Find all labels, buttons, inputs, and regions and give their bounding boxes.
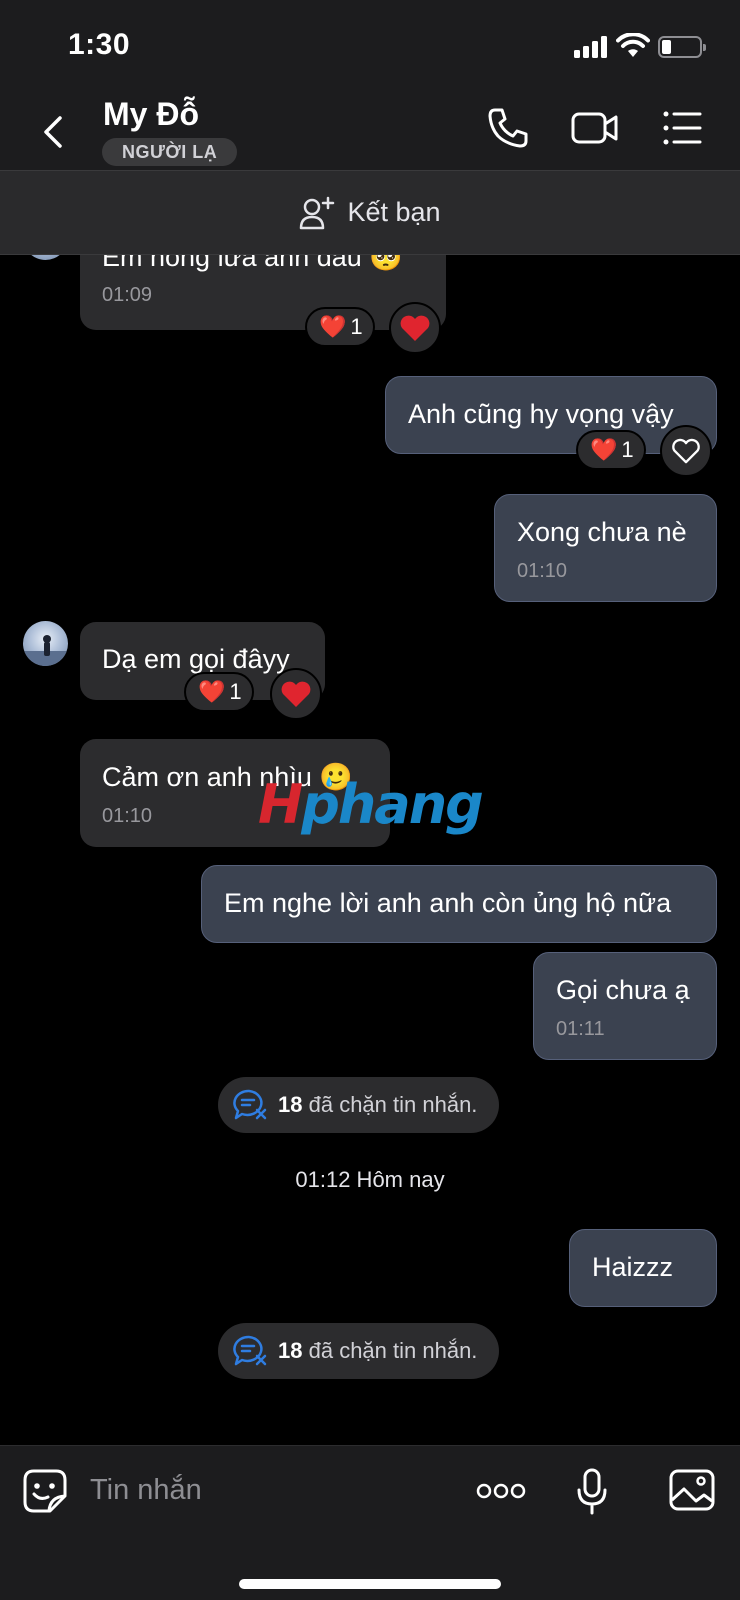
- message-bubble-outgoing[interactable]: Em nghe lời anh anh còn ủng hộ nữa: [201, 865, 717, 943]
- avatar-photo: [23, 635, 68, 666]
- date-separator: 01:12 Hôm nay: [295, 1167, 445, 1192]
- image-icon[interactable]: [668, 1468, 716, 1512]
- message-time: 01:10: [102, 805, 153, 827]
- message-time: 01:11: [556, 1018, 605, 1040]
- message-list[interactable]: Em hông lừa anh đâu 🥺 01:09 ❤️ 1 Anh cũn…: [0, 255, 740, 1445]
- message-text: Dạ em gọi đâyy: [102, 644, 290, 674]
- react-heart-button[interactable]: [389, 302, 441, 354]
- watermark-logo: Hphang: [258, 773, 484, 836]
- reaction-count[interactable]: ❤️ 1: [576, 430, 646, 470]
- block-message-icon: [233, 1335, 267, 1366]
- add-person-icon: [300, 196, 335, 229]
- add-friend-button[interactable]: Kết bạn: [0, 171, 740, 255]
- status-time: 1:30: [68, 28, 131, 61]
- add-friend-label: Kết bạn: [347, 197, 441, 227]
- blocked-text: đã chặn tin nhắn.: [308, 1092, 478, 1117]
- message-time: 01:09: [102, 284, 153, 306]
- status-bar: 1:30: [0, 0, 740, 92]
- video-camera-icon[interactable]: [570, 106, 620, 150]
- heart-reaction: ❤️: [319, 314, 347, 339]
- phone-icon[interactable]: [486, 106, 530, 150]
- message-text: Haizzz: [592, 1252, 674, 1282]
- blocked-text: đã chặn tin nhắn.: [308, 1338, 478, 1363]
- message-text: Gọi chưa ạ: [556, 975, 690, 1005]
- signal-icon: [574, 36, 608, 58]
- message-text: Anh cũng hy vọng vậy: [408, 399, 674, 429]
- message-bubble-outgoing[interactable]: Haizzz: [569, 1229, 717, 1307]
- heart-reaction: ❤️: [198, 679, 226, 704]
- wifi-icon: [616, 33, 650, 57]
- message-text: Em hông lừa anh đâu 🥺: [102, 255, 403, 272]
- reaction-count[interactable]: ❤️ 1: [305, 307, 375, 347]
- reaction-count-number: 1: [350, 314, 363, 339]
- chat-header: My Đỗ NGƯỜI LẠ: [0, 92, 740, 171]
- reaction-count[interactable]: ❤️ 1: [184, 672, 254, 712]
- message-bubble-outgoing[interactable]: Xong chưa nè 01:10: [494, 494, 717, 602]
- heart-icon: [400, 315, 430, 341]
- blocked-messages-notice[interactable]: 18 đã chặn tin nhắn.: [218, 1323, 500, 1379]
- composer-bar: Tin nhắn: [0, 1445, 740, 1600]
- heart-outline-icon: [672, 438, 700, 464]
- home-indicator[interactable]: [239, 1579, 501, 1589]
- battery-level: [662, 40, 671, 54]
- contact-name[interactable]: My Đỗ: [103, 96, 199, 133]
- stranger-badge: NGƯỜI LẠ: [102, 138, 238, 166]
- microphone-icon[interactable]: [576, 1468, 608, 1516]
- block-message-icon: [233, 1089, 267, 1120]
- heart-icon: [281, 681, 311, 707]
- message-time: 01:10: [517, 560, 568, 582]
- blocked-count: 18: [278, 1338, 303, 1363]
- react-heart-button[interactable]: [270, 668, 322, 720]
- reaction-count-number: 1: [229, 679, 242, 704]
- blocked-count: 18: [278, 1092, 303, 1117]
- avatar[interactable]: [23, 621, 68, 666]
- message-text: Xong chưa nè: [517, 517, 687, 547]
- sticker-icon[interactable]: [22, 1468, 68, 1514]
- menu-list-icon[interactable]: [662, 106, 702, 150]
- message-input[interactable]: Tin nhắn: [90, 1474, 202, 1507]
- more-icon[interactable]: [476, 1482, 526, 1500]
- blocked-messages-notice[interactable]: 18 đã chặn tin nhắn.: [218, 1077, 500, 1133]
- avatar[interactable]: [23, 255, 68, 260]
- back-icon[interactable]: [36, 110, 72, 154]
- react-heart-button[interactable]: [660, 425, 712, 477]
- heart-reaction: ❤️: [590, 437, 618, 462]
- reaction-count-number: 1: [621, 437, 634, 462]
- battery-icon: [658, 36, 706, 58]
- message-bubble-outgoing[interactable]: Gọi chưa ạ 01:11: [533, 952, 717, 1060]
- message-text: Em nghe lời anh anh còn ủng hộ nữa: [224, 888, 672, 918]
